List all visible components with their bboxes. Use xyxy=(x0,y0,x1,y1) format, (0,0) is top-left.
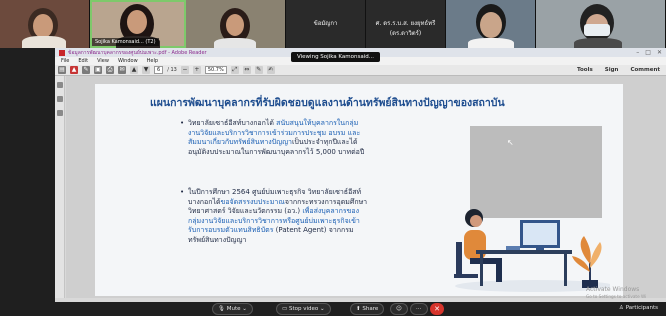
window-controls: – □ ✕ xyxy=(636,49,662,56)
sign-icon[interactable]: ✍ xyxy=(266,66,275,74)
bullet-1: • วิทยาลัยเซาธ์อีสท์บางกอกได้ สนับสนุนให… xyxy=(180,119,428,157)
share-button[interactable]: ⬆ Share xyxy=(350,303,385,315)
fit-page-icon[interactable]: ⤢ xyxy=(230,66,239,74)
microphone-icon: 🎙︎ xyxy=(218,306,225,312)
menu-edit[interactable]: Edit xyxy=(78,58,88,64)
bullet-2-line-5: รับการอบรมตัวแทนสิทธิบัตร (Patent Agent)… xyxy=(188,226,354,235)
comment-icon[interactable]: ✎ xyxy=(254,66,263,74)
participant-name: ข้อมัญกา xyxy=(313,20,338,27)
bullet-dot: • xyxy=(180,119,185,127)
bullet-2: • ในปีการศึกษา 2564 ศูนย์บ่มเพาะธุรกิจ ว… xyxy=(180,188,428,246)
bullet-2-line-3: วิทยาศาสตร์ วิจัยและนวัตกรรม (อว.) เพื่อ… xyxy=(188,207,360,216)
page-thumbnails-icon[interactable] xyxy=(57,82,63,88)
tab-tools[interactable]: Tools xyxy=(577,67,593,73)
menu-window[interactable]: Window xyxy=(118,58,138,64)
zoom-in-icon[interactable]: + xyxy=(192,66,201,74)
close-icon[interactable]: ✕ xyxy=(657,49,662,56)
page-total: / 13 xyxy=(167,67,177,73)
reactions-button[interactable]: ☺ xyxy=(390,303,408,315)
stop-video-button[interactable]: ▭ Stop video ⌄ xyxy=(276,303,331,315)
video-tile-name-only[interactable]: ศ. ดร.ร.บ.ส. ยงยุทธ์ทรี (ดร.ดาวิตร์) xyxy=(366,0,446,48)
bullet-1-line-3: สัมมนาเกี่ยวกับทรัพย์สินทางปัญญาเป็นประจ… xyxy=(188,138,358,147)
video-strip: Sojika Kamonsaid... (T2) ข้อมัญกา ศ. ดร.… xyxy=(0,0,666,48)
mute-button[interactable]: 🎙︎ Mute ⌄ xyxy=(212,303,253,315)
open-icon[interactable]: ▤ xyxy=(58,66,66,74)
attachments-icon[interactable] xyxy=(57,96,63,102)
minimize-icon[interactable]: – xyxy=(636,49,639,56)
fit-width-icon[interactable]: ⇔ xyxy=(242,66,251,74)
zoom-level-input[interactable]: 50.7% xyxy=(204,66,227,74)
edit-icon[interactable]: ✎ xyxy=(82,66,90,74)
participant-name: ศ. ดร.ร.บ.ส. ยงยุทธ์ทรี (ดร.ดาวิตร์) xyxy=(375,20,436,37)
slide-page: แผนการพัฒนาบุคลากรที่รับผิดชอบดูแลงานด้า… xyxy=(95,84,623,296)
window-title: ข้อมูลการพัฒนาบุคลากรของศูนย์บ่มเพาะ.pdf… xyxy=(68,49,207,56)
document-view[interactable]: แผนการพัฒนาบุคลากรที่รับผิดชอบดูแลงานด้า… xyxy=(66,76,666,298)
tab-sign[interactable]: Sign xyxy=(605,67,619,73)
menu-view[interactable]: View xyxy=(97,58,109,64)
adobe-reader-icon xyxy=(59,49,65,56)
create-pdf-icon[interactable]: ▲ xyxy=(70,66,78,74)
windows-activation-watermark: Activate Windows Go to Settings to activ… xyxy=(586,286,646,300)
toolbar: ▤ ▲ ✎ ▣ ⎙ ✉ ▲ ▼ 6 / 13 − + 50.7% ⤢ ⇔ ✎ ✍… xyxy=(55,65,666,76)
workspace-illustration xyxy=(454,209,610,292)
menu-file[interactable]: File xyxy=(61,58,69,64)
chevron-down-icon[interactable]: ⌄ xyxy=(242,306,247,312)
email-icon[interactable]: ✉ xyxy=(118,66,126,74)
mouse-cursor-icon: ↖ xyxy=(507,138,514,147)
page-number-input[interactable]: 6 xyxy=(154,66,164,74)
slide-title: แผนการพัฒนาบุคลากรที่รับผิดชอบดูแลงานด้า… xyxy=(150,97,505,109)
share-screen-icon: ⬆ xyxy=(356,306,361,312)
video-tile[interactable] xyxy=(186,0,286,48)
bullet-1-line-2: งานวิจัยและบริการวิชาการเข้าร่วมการประชุ… xyxy=(188,128,361,137)
save-icon[interactable]: ▣ xyxy=(94,66,102,74)
chevron-down-icon[interactable]: ⌄ xyxy=(320,306,325,312)
bullet-2-line-4: กลุ่มงานวิจัยและบริการวิชาการหรือศูนย์บ่… xyxy=(188,216,360,225)
close-icon: ✕ xyxy=(434,305,440,313)
mute-label: Mute xyxy=(226,306,241,312)
bullet-1-line-1: วิทยาลัยเซาธ์อีสท์บางกอกได้ สนับสนุนให้บ… xyxy=(188,119,359,127)
panel-tabs: Tools Sign Comment xyxy=(577,67,660,73)
video-tile[interactable] xyxy=(0,0,90,48)
previous-page-icon[interactable]: ▲ xyxy=(130,66,138,74)
navigation-rail xyxy=(55,76,65,298)
watermark-line-1: Activate Windows xyxy=(586,286,640,293)
leave-button[interactable]: ✕ xyxy=(430,303,444,315)
video-tile[interactable] xyxy=(536,0,666,48)
more-options-button[interactable]: ⋯ xyxy=(410,303,428,315)
pdf-reader-window: ข้อมูลการพัฒนาบุคลากรของศูนย์บ่มเพาะ.pdf… xyxy=(55,48,666,302)
stop-video-label: Stop video xyxy=(288,306,319,312)
video-tile-active-speaker[interactable]: Sojika Kamonsaid... (T2) xyxy=(90,0,186,48)
watermark-line-2: Go to Settings to activate Wi xyxy=(586,294,647,299)
screen: Sojika Kamonsaid... (T2) ข้อมัญกา ศ. ดร.… xyxy=(0,0,666,316)
smiley-icon: ☺ xyxy=(396,306,402,312)
share-label: Share xyxy=(362,306,379,312)
video-tile[interactable] xyxy=(446,0,536,48)
video-tile-name-only[interactable]: ข้อมัญกา xyxy=(286,0,366,48)
participants-button[interactable]: ♙ Participants xyxy=(619,305,658,311)
meeting-controls-bar: 🎙︎ Mute ⌄ ▭ Stop video ⌄ ⬆ Share ☺ ⋯ ✕ ♙… xyxy=(0,302,666,316)
zoom-out-icon[interactable]: − xyxy=(180,66,189,74)
viewing-tooltip: Viewing Sojika Kamonsaid... xyxy=(291,52,381,62)
tab-comment[interactable]: Comment xyxy=(630,67,660,73)
bullet-2-line-2: บางกอกได้ขอจัดสรรงบประมาณจากกระทรวงการอุ… xyxy=(188,197,368,206)
bullet-2-line-1: ในปีการศึกษา 2564 ศูนย์บ่มเพาะธุรกิจ วิท… xyxy=(188,188,362,196)
video-camera-icon: ▭ xyxy=(282,306,288,312)
people-icon: ♙ xyxy=(619,305,624,311)
bullet-dot: • xyxy=(180,188,185,196)
next-page-icon[interactable]: ▼ xyxy=(142,66,150,74)
print-icon[interactable]: ⎙ xyxy=(106,66,114,74)
bullet-2-line-6: ทรัพย์สินทางปัญญา xyxy=(188,235,247,244)
menu-help[interactable]: Help xyxy=(147,58,158,64)
maximize-icon[interactable]: □ xyxy=(645,49,651,56)
participants-label: Participants xyxy=(625,305,658,311)
bookmarks-icon[interactable] xyxy=(57,110,63,116)
participant-name: Sojika Kamonsaid... (T2) xyxy=(92,38,159,46)
bullet-1-line-4: อนุมัติงบประมาณในการพัฒนาบุคลากรไว้ 5,00… xyxy=(188,147,365,156)
more-icon: ⋯ xyxy=(416,306,422,312)
